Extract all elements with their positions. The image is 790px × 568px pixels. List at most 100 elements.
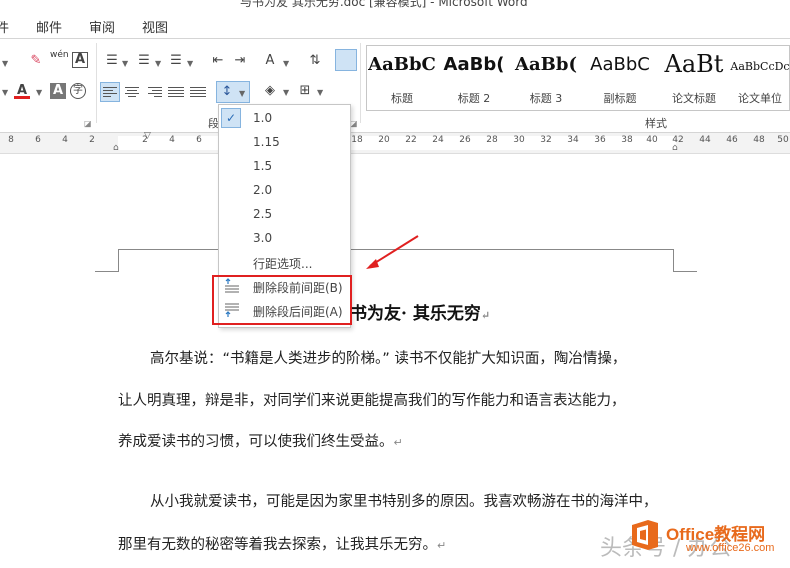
style-name: 标题 2	[457, 92, 491, 105]
clear-format-icon[interactable]: ✎	[28, 53, 44, 69]
character-shading-icon[interactable]: A	[50, 83, 66, 99]
chevron-down-icon[interactable]: ▼	[283, 59, 289, 68]
style-name: 论文标题	[672, 92, 716, 105]
chevron-down-icon[interactable]: ▼	[2, 59, 8, 68]
justify-button[interactable]	[166, 82, 186, 102]
bullets-icon[interactable]: ☰	[104, 53, 120, 69]
chevron-down-icon[interactable]: ▼	[36, 88, 42, 97]
right-indent-marker-icon[interactable]: ⌂	[672, 143, 678, 153]
menu-item-label: 2.5	[253, 207, 273, 221]
tab-view[interactable]: 视图	[142, 17, 168, 36]
style-paper-title[interactable]: AaBt 论文标题	[659, 46, 729, 110]
menu-item-label: 1.5	[253, 159, 273, 173]
chevron-down-icon[interactable]: ▼	[122, 59, 128, 68]
enclose-characters-icon[interactable]: 字	[70, 83, 86, 99]
left-indent-marker-icon[interactable]: ⌂	[113, 143, 119, 153]
line-spacing-icon: ↕	[221, 84, 233, 99]
body-line[interactable]: 高尔基说：“书籍是人类进步的阶梯。” 读书不仅能扩大知识面，陶冶情操，	[150, 347, 626, 368]
body-line[interactable]: 从小我就爱读书，可能是因为家里书特别多的原因。我喜欢畅游在书的海洋中，	[150, 490, 658, 511]
ruler-tick: 8	[8, 135, 14, 145]
tab-mailings[interactable]: 邮件	[36, 17, 62, 36]
group-divider	[360, 43, 361, 123]
chevron-down-icon[interactable]: ▼	[155, 59, 161, 68]
style-name: 论文单位	[738, 92, 782, 105]
tab-review[interactable]: 审阅	[89, 17, 115, 36]
chevron-down-icon[interactable]: ▼	[283, 88, 289, 97]
distributed-button[interactable]	[188, 82, 208, 102]
style-name: 副标题	[603, 92, 637, 105]
body-line[interactable]: 那里有无数的秘密等着我去探索，让我其乐无穷。↵	[118, 533, 446, 554]
menu-item-label: 行距选项...	[253, 257, 313, 271]
ribbon-tabs: 件 邮件 审阅 视图	[0, 12, 790, 39]
watermark: 头条号 / 办公 Office教程网 www.office26.com	[600, 512, 790, 568]
font-color-icon[interactable]: A	[14, 83, 30, 99]
phonetic-guide-icon[interactable]: wén	[50, 51, 69, 67]
borders-icon[interactable]: ⊞	[297, 83, 313, 99]
style-sample: AaBt	[664, 50, 724, 78]
menu-item-spacing-1-0[interactable]: ✓ 1.0	[219, 106, 348, 130]
menu-item-spacing-1-5[interactable]: 1.5	[219, 154, 348, 178]
document-page[interactable]: 书为友· 其乐无穷↵ 高尔基说：“书籍是人类进步的阶梯。” 读书不仅能扩大知识面…	[0, 154, 790, 568]
style-heading-2[interactable]: AaBb( 标题 2	[439, 46, 509, 110]
office-logo-icon	[632, 520, 658, 550]
chinese-layout-icon[interactable]: A	[262, 53, 278, 69]
style-sample: AaBbC	[590, 54, 650, 75]
page-margin-corner	[673, 249, 697, 272]
sort-icon[interactable]: ⇅	[307, 53, 323, 69]
ruler-tick: 44	[699, 135, 711, 145]
style-heading-1[interactable]: AaBbC 标题	[367, 46, 437, 110]
ruler-tick: 50	[777, 135, 789, 145]
ruler-tick: 34	[567, 135, 579, 145]
ruler-tick: 6	[196, 135, 202, 145]
ruler-tick: 28	[486, 135, 498, 145]
body-line[interactable]: 养成爱读书的习惯，可以使我们终生受益。↵	[118, 430, 403, 451]
menu-item-spacing-3-0[interactable]: 3.0	[219, 226, 348, 250]
menu-item-spacing-1-15[interactable]: 1.15	[219, 130, 348, 154]
character-border-icon[interactable]: A	[72, 52, 88, 68]
ruler-tick: 30	[513, 135, 525, 145]
menu-item-label: 2.0	[253, 183, 273, 197]
align-right-button[interactable]	[144, 82, 164, 102]
ruler-tick: 38	[621, 135, 633, 145]
increase-indent-icon[interactable]: ⇥	[232, 53, 248, 69]
styles-group-label: 样式	[645, 117, 667, 130]
body-line[interactable]: 让人明真理，辩是非，对同学们来说更能提高我们的写作能力和语言表达能力，	[118, 389, 626, 410]
page-margin-corner	[95, 249, 119, 272]
style-heading-3[interactable]: AaBb( 标题 3	[511, 46, 581, 110]
menu-item-label: 1.15	[253, 135, 280, 149]
line-spacing-button[interactable]: ↕ ▼	[216, 81, 250, 103]
menu-item-line-spacing-options[interactable]: 行距选项...	[219, 250, 348, 274]
ribbon: ▼ ✎ wén A ▼ A ▼ A 字 ☰ ▼ ☰ ▼ ☰ ▼ ⇤ ⇥ A ▼ …	[0, 39, 790, 133]
style-paper-unit[interactable]: AaBbCcDc 论文单位	[729, 46, 790, 110]
style-sample: AaBbCcDc	[730, 60, 790, 73]
ruler-tick: 22	[405, 135, 417, 145]
horizontal-ruler[interactable]: 8 6 4 2 2 4 6 8 10 12 14 16 18 20 22 24 …	[0, 131, 790, 154]
header-line	[118, 249, 218, 250]
ruler-tick: 6	[35, 135, 41, 145]
watermark-url: www.office26.com	[686, 542, 775, 554]
menu-item-spacing-2-0[interactable]: 2.0	[219, 178, 348, 202]
tab-file[interactable]: 件	[0, 17, 9, 36]
paragraph-dialog-launcher-icon[interactable]: ◪	[350, 119, 358, 128]
chevron-down-icon[interactable]: ▼	[317, 88, 323, 97]
menu-item-spacing-2-5[interactable]: 2.5	[219, 202, 348, 226]
shading-icon[interactable]: ◈	[262, 83, 278, 99]
numbering-icon[interactable]: ☰	[136, 53, 152, 69]
body-line-text: 那里有无数的秘密等着我去探索，让我其乐无穷。	[118, 537, 437, 553]
decrease-indent-icon[interactable]: ⇤	[210, 53, 226, 69]
style-sample: AaBb(	[443, 54, 505, 75]
style-subtitle[interactable]: AaBbC 副标题	[585, 46, 655, 110]
ruler-tick: 18	[351, 135, 363, 145]
ruler-tick: 36	[594, 135, 606, 145]
align-left-button[interactable]	[100, 82, 120, 102]
document-title[interactable]: 书为友· 其乐无穷↵	[350, 299, 490, 324]
align-center-button[interactable]	[122, 82, 142, 102]
chevron-down-icon[interactable]: ▼	[187, 59, 193, 68]
first-line-indent-marker-icon[interactable]: ▽	[144, 131, 151, 141]
ruler-tick: 24	[432, 135, 444, 145]
chevron-down-icon[interactable]: ▼	[2, 88, 8, 97]
ruler-tick: 40	[646, 135, 658, 145]
show-formatting-button[interactable]	[335, 49, 357, 71]
multilevel-list-icon[interactable]: ☰	[168, 53, 184, 69]
font-dialog-launcher-icon[interactable]: ◪	[84, 119, 92, 128]
